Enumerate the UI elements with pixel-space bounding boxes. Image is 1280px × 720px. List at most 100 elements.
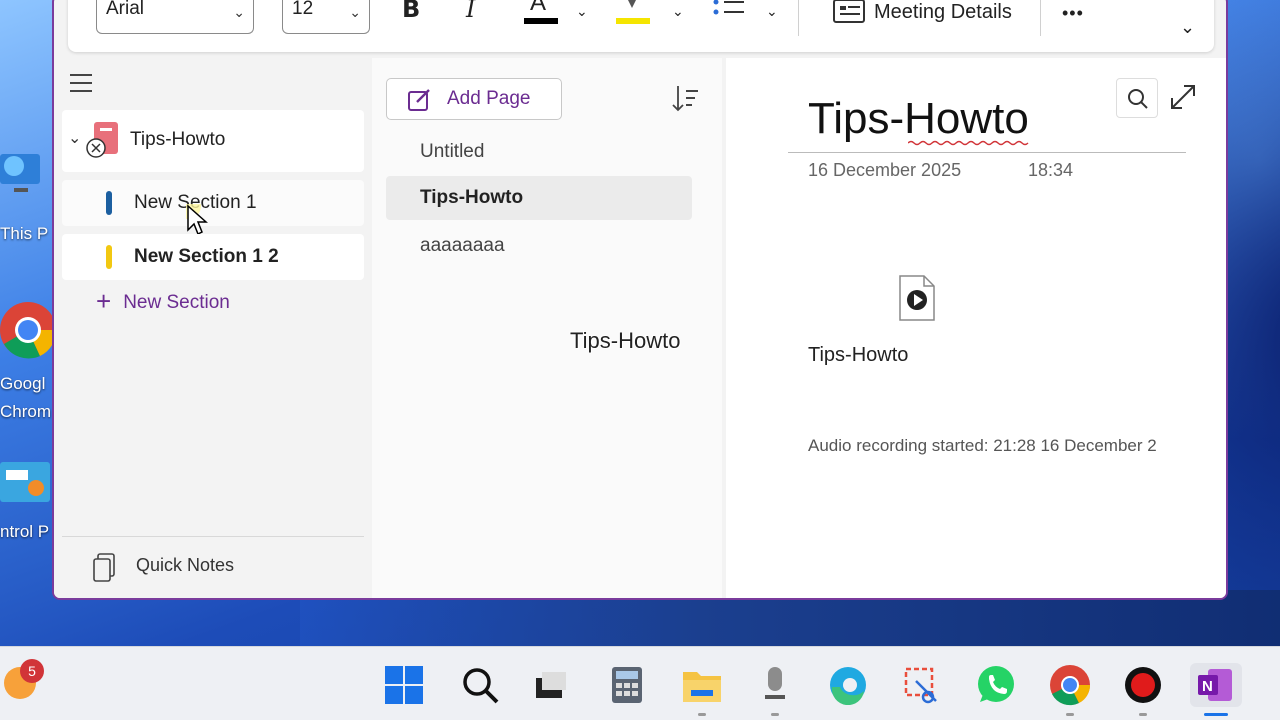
page-item[interactable]: aaaaaaaa [386,224,692,268]
running-indicator [1139,713,1147,716]
page-list-pane: Add Page Untitled Tips-Howto aaaaaaaa Ti… [372,58,722,598]
quick-notes-icon [93,553,115,582]
collapse-ribbon-chevron-icon[interactable]: ⌄ [1180,14,1195,40]
onenote-icon: N [1198,669,1232,701]
task-view-button[interactable] [528,663,572,707]
expand-icon [1171,85,1195,109]
hamburger-menu-icon[interactable] [70,74,92,94]
notebook-item[interactable]: ⌄ Tips-Howto [62,110,364,172]
onenote-window: Arial ⌄ 12 ⌄ B I A ⌄ ⌄ ⌄ Meeting Details… [52,0,1228,600]
search-icon [463,668,499,704]
highlighter-icon [616,0,650,24]
onenote-taskbar-button[interactable]: N [1190,663,1242,707]
highlight-button[interactable] [616,0,650,32]
plus-icon: + [96,286,112,316]
toolbar-separator [798,0,799,36]
task-view-icon [536,672,566,698]
chevron-down-icon[interactable]: ⌄ [576,0,588,24]
search-button[interactable] [1116,78,1158,118]
desktop-icon-label: Googl [0,374,46,393]
whatsapp-icon [978,666,1014,702]
start-button[interactable] [382,663,426,707]
search-icon [1128,89,1148,109]
notebook-icon [86,122,118,158]
desktop-icon-control-panel[interactable]: ntrol P [0,462,58,541]
desktop-icon-label: ntrol P [0,522,50,541]
running-indicator [771,713,779,716]
edge-button[interactable] [826,663,870,707]
whatsapp-button[interactable] [974,663,1018,707]
edge-icon [830,667,866,705]
record-icon [1125,667,1161,703]
desktop-icon-label-line2: Chrom [0,402,52,421]
add-page-button[interactable]: Add Page [386,78,562,120]
font-color-swatch [524,18,558,24]
chrome-icon [1050,665,1091,706]
add-page-icon [408,89,430,111]
page-item[interactable]: Untitled [386,130,692,174]
italic-button[interactable]: I [466,0,475,22]
page-date: 16 December 2025 [808,160,962,180]
meeting-details-label: Meeting Details [874,1,1012,23]
navigation-pane: ⌄ Tips-Howto New Section 1 New Section 1… [54,58,370,598]
windows-logo-icon [385,666,423,704]
calculator-button[interactable] [605,663,649,707]
chevron-down-icon: ⌄ [233,4,245,20]
expand-button[interactable] [1162,78,1204,118]
taskbar-search-button[interactable] [458,663,502,707]
audio-file-icon [899,275,935,321]
chrome-taskbar-button[interactable] [1048,663,1092,707]
audio-recording-note: Audio recording started: 21:28 16 Decemb… [808,436,1157,455]
chrome-icon [0,302,57,359]
folder-icon [683,672,721,702]
section-color-bar [106,245,112,269]
active-app-indicator [1204,713,1228,716]
sort-icon[interactable] [670,84,700,114]
quick-notes-label: Quick Notes [136,555,235,575]
title-divider [788,152,1186,153]
section-label: New Section 1 2 [134,246,279,267]
meeting-details-button[interactable]: Meeting Details [832,0,1012,26]
screen-recorder-button[interactable] [1121,663,1165,707]
new-section-button[interactable]: + New Section [96,286,230,317]
chevron-down-icon[interactable]: ⌄ [766,0,778,24]
drag-caption: Tips-Howto [570,328,681,353]
ribbon-toolbar: Arial ⌄ 12 ⌄ B I A ⌄ ⌄ ⌄ Meeting Details… [68,0,1214,52]
control-panel-icon [0,462,50,502]
svg-text:N: N [1202,678,1213,695]
desktop-icon-this-pc[interactable]: This P [0,148,58,243]
snipping-tool-button[interactable] [900,663,944,707]
audio-attachment-label: Tips-Howto [808,344,909,366]
quick-notes-button[interactable]: Quick Notes [62,536,364,598]
bold-button[interactable]: B [402,0,420,22]
page-item-selected[interactable]: Tips-Howto [386,176,692,220]
more-options-button[interactable]: ••• [1062,0,1084,26]
section-item-new-section-1[interactable]: New Section 1 [62,180,364,236]
meeting-details-icon [833,0,865,23]
toolbar-separator [1040,0,1041,36]
mouse-cursor-icon [186,204,208,236]
file-explorer-button[interactable] [680,663,724,707]
font-size-dropdown[interactable]: 12 ⌄ [282,0,370,34]
calculator-icon [612,667,642,703]
section-item-new-section-1-2[interactable]: New Section 1 2 [62,234,364,280]
chevron-down-icon: ⌄ [68,130,82,147]
voice-recorder-button[interactable] [753,663,797,707]
font-name-dropdown[interactable]: Arial ⌄ [96,0,254,34]
bullet-list-button[interactable] [712,0,746,28]
microphone-icon [765,667,785,699]
monitor-icon [0,154,40,192]
running-indicator [1066,713,1074,716]
chevron-down-icon: ⌄ [349,4,361,20]
page-title[interactable]: Tips-Howto [808,94,1029,144]
desktop-icon-chrome[interactable]: Googl Chrom [0,298,58,421]
running-indicator [698,713,706,716]
notification-badge: 5 [20,659,44,683]
font-name-value: Arial [106,0,145,19]
page-content: Tips-Howto 16 December 2025 18:34 Tips-H… [726,58,1226,598]
section-color-bar [106,191,112,215]
new-section-label: New Section [123,292,230,313]
font-size-value: 12 [292,0,314,19]
spellcheck-squiggle [908,140,1029,146]
chevron-down-icon[interactable]: ⌄ [672,0,684,24]
